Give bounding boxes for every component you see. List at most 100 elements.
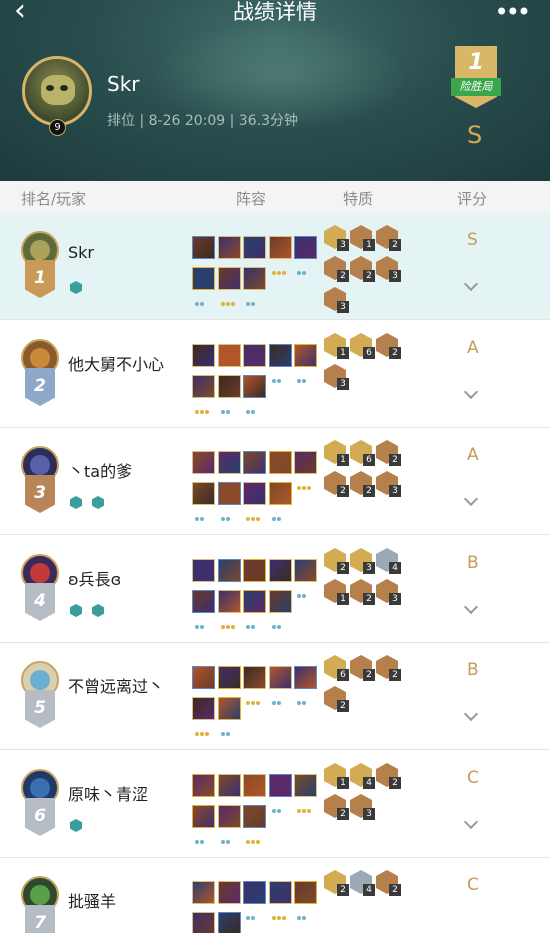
champion-icon[interactable] — [192, 881, 215, 904]
player-row[interactable]: 6 原味丶青涩 1 4 2 2 3 C — [0, 751, 550, 858]
champion-icon[interactable] — [243, 590, 266, 613]
champion-icon[interactable] — [217, 267, 241, 290]
champion-icon[interactable] — [192, 559, 215, 582]
champion-icon[interactable] — [243, 451, 266, 474]
column-header: 排名/玩家 阵容 特质 评分 — [0, 181, 550, 213]
player-row[interactable]: 91Skr3122233S — [0, 213, 550, 320]
champion-icon[interactable] — [268, 236, 292, 259]
player-row[interactable]: 7 批骚羊 2 4 2 C — [0, 858, 550, 933]
champion-icon[interactable] — [243, 236, 266, 259]
player-row[interactable]: 2 他大舅不小心 1 6 2 3 A — [0, 321, 550, 428]
champion-icon[interactable] — [268, 774, 292, 797]
champion-icon[interactable] — [217, 666, 241, 689]
champion-icon[interactable] — [217, 375, 241, 398]
champion-icon[interactable] — [192, 666, 215, 689]
champion-icon[interactable] — [217, 344, 241, 367]
star-level-icon — [245, 798, 268, 813]
champion-icon[interactable] — [268, 482, 292, 505]
chevron-down-icon[interactable] — [464, 494, 478, 508]
star-level-icon — [220, 614, 243, 629]
champion-icon[interactable] — [243, 559, 266, 582]
rank-number: 5 — [34, 698, 46, 718]
player-row[interactable]: 4 ʚ兵長ɞ 2 3 4 1 2 3 B — [0, 536, 550, 643]
champion-icon[interactable] — [268, 881, 292, 904]
rank-number: 6 — [34, 806, 46, 826]
champion-icon[interactable] — [192, 375, 215, 398]
chevron-down-icon[interactable] — [464, 817, 478, 831]
chevron-down-icon[interactable] — [464, 387, 478, 401]
champion-icon[interactable] — [217, 559, 241, 582]
rank-badge: 4 — [25, 583, 55, 621]
champion-icon[interactable] — [192, 774, 215, 797]
chevron-down-icon[interactable] — [464, 709, 478, 723]
champion-icon[interactable] — [268, 666, 292, 689]
chevron-down-icon[interactable] — [464, 279, 478, 293]
champion-icon[interactable] — [192, 590, 215, 613]
champion-icon[interactable] — [217, 697, 241, 720]
champion-icon[interactable] — [294, 344, 317, 367]
champion-icon[interactable] — [243, 344, 266, 367]
champion-icon[interactable] — [294, 774, 317, 797]
champion-icon[interactable] — [192, 697, 215, 720]
trait-count: 2 — [389, 239, 401, 251]
champion-icon[interactable] — [243, 482, 266, 505]
more-dots-icon[interactable]: ••• — [495, 0, 532, 26]
champion-icon[interactable] — [268, 559, 292, 582]
champion-icon[interactable] — [217, 482, 241, 505]
champion-icon[interactable] — [192, 267, 215, 290]
champion-icon[interactable] — [217, 236, 241, 259]
star-level-icon — [194, 614, 217, 629]
star-level-icon — [245, 583, 268, 598]
champion-icon[interactable] — [192, 344, 215, 367]
player-row[interactable]: 5 不曾远离过丶 6 2 2 2 B — [0, 643, 550, 750]
champion-icon[interactable] — [268, 344, 292, 367]
champion-icon[interactable] — [294, 559, 317, 582]
champion-icon[interactable] — [294, 451, 317, 474]
chevron-down-icon[interactable] — [464, 602, 478, 616]
trait-count: 2 — [363, 270, 375, 282]
champion-icon[interactable] — [217, 912, 241, 933]
player-row[interactable]: 3 丶ta的爹 1 6 2 2 2 3 A — [0, 428, 550, 535]
champion-icon[interactable] — [294, 666, 317, 689]
champion-icon[interactable] — [294, 236, 317, 259]
champion-icon[interactable] — [217, 774, 241, 797]
player-name: 不曾远离过丶 — [68, 677, 165, 696]
trait-count: 2 — [337, 884, 349, 896]
champion-icon[interactable] — [217, 590, 241, 613]
champion-icon[interactable] — [294, 881, 317, 904]
trait-count: 4 — [389, 562, 401, 574]
champion-icon[interactable] — [217, 881, 241, 904]
rank-badge: 2 — [25, 368, 55, 406]
champion-icon[interactable] — [192, 451, 215, 474]
champion-icon[interactable] — [192, 482, 215, 505]
champion-icon[interactable] — [192, 912, 215, 933]
trait-count: 1 — [337, 347, 349, 359]
champion-icon[interactable] — [243, 375, 266, 398]
trait-count: 2 — [389, 347, 401, 359]
col-rank-player: 排名/玩家 — [21, 190, 87, 208]
champion-icon[interactable] — [217, 451, 241, 474]
champion-icon[interactable] — [243, 881, 266, 904]
rank-badge: 3 — [25, 475, 55, 513]
player-avatar[interactable]: 9 — [22, 56, 92, 136]
star-level-icon — [271, 475, 294, 490]
champion-icon[interactable] — [243, 666, 266, 689]
player-name: Skr — [107, 72, 140, 96]
trait-count: 2 — [337, 270, 349, 282]
champion-icon[interactable] — [243, 267, 266, 290]
champion-icon[interactable] — [243, 774, 266, 797]
champion-icon[interactable] — [192, 805, 215, 828]
hexagon-badge-icon — [70, 281, 82, 294]
star-level-icon — [245, 614, 268, 629]
trait-count: 1 — [337, 593, 349, 605]
champion-icon[interactable] — [268, 590, 292, 613]
trait-count: 2 — [337, 562, 349, 574]
page-title: 战绩详情 — [233, 0, 317, 24]
star-level-icon — [271, 260, 294, 275]
champion-icon[interactable] — [192, 236, 215, 259]
champion-icon[interactable] — [243, 805, 266, 828]
star-level-icon — [194, 260, 217, 275]
player-name: 原味丶青涩 — [68, 785, 149, 804]
champion-icon[interactable] — [268, 451, 292, 474]
champion-icon[interactable] — [217, 805, 241, 828]
